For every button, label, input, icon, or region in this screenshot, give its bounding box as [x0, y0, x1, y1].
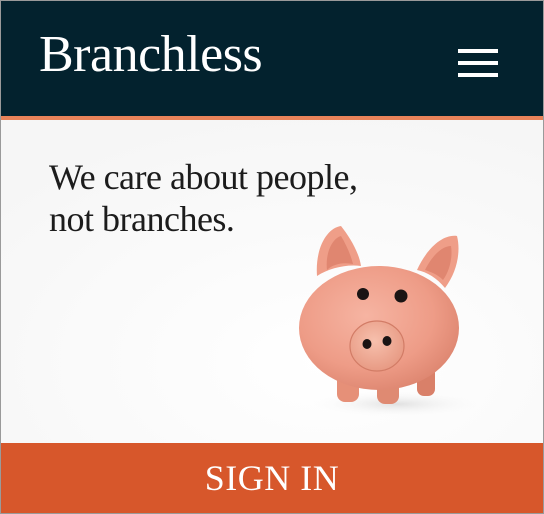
menu-bar: [458, 61, 498, 65]
hero-banner: We care about people, not branches.: [1, 120, 543, 443]
brand-logo[interactable]: Branchless: [39, 29, 263, 81]
sign-in-button[interactable]: SIGN IN: [1, 443, 543, 513]
menu-bar: [458, 49, 498, 53]
tagline-line-1: We care about people,: [49, 157, 358, 197]
top-navbar: Branchless: [1, 1, 543, 116]
hamburger-menu-icon[interactable]: [456, 45, 502, 81]
piggy-bank-image: [299, 226, 477, 418]
menu-bar: [458, 73, 498, 77]
app-frame: Branchless We care about people, not bra…: [0, 0, 544, 514]
